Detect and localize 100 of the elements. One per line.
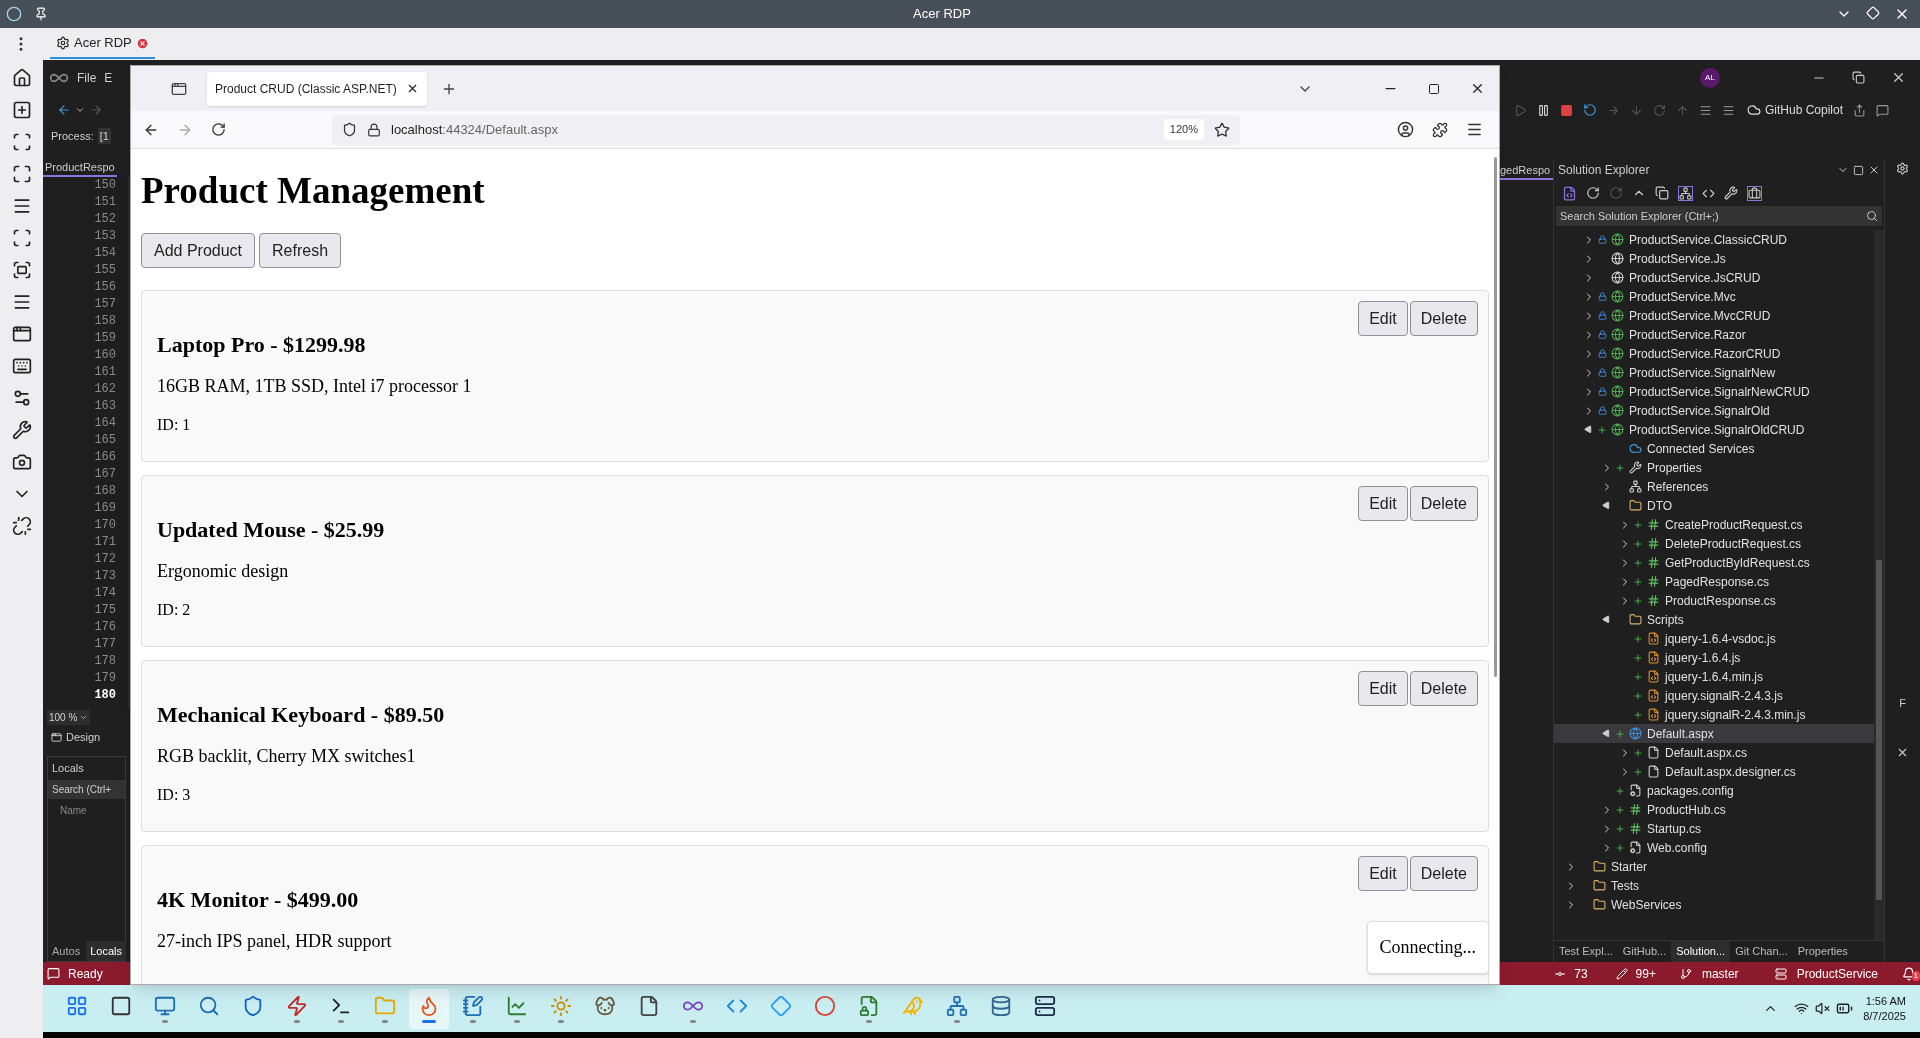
tree-item[interactable]: jquery-1.6.4-vsdoc.js xyxy=(1554,629,1874,648)
close-icon[interactable] xyxy=(1470,81,1485,96)
home-icon[interactable] xyxy=(11,68,32,88)
page-button[interactable]: Add Product xyxy=(141,233,256,268)
zoom-dropdown[interactable]: 100 % xyxy=(47,709,91,725)
tree-item[interactable]: ProductService.RazorCRUD xyxy=(1554,344,1874,363)
tree-item[interactable]: Scripts xyxy=(1554,610,1874,629)
tree-item[interactable]: ProductService.Mvc xyxy=(1554,287,1874,306)
tree-item[interactable]: Default.aspx xyxy=(1554,724,1874,743)
stop-icon[interactable] xyxy=(1560,103,1573,117)
camera-icon[interactable] xyxy=(11,452,32,472)
dropdown-icon[interactable] xyxy=(75,105,85,115)
commits-count[interactable]: 73 xyxy=(1574,964,1588,983)
tree-item[interactable]: Properties xyxy=(1554,458,1874,477)
tree-item[interactable]: Default.aspx.cs xyxy=(1554,743,1874,762)
edit-button[interactable]: Edit xyxy=(1358,856,1408,891)
notification-icon[interactable] xyxy=(1902,966,1916,981)
repository-name[interactable]: ProductService xyxy=(1796,964,1878,983)
tree-item[interactable]: Web.config xyxy=(1554,838,1874,857)
tree-item[interactable]: ProductService.SignalrNewCRUD xyxy=(1554,382,1874,401)
tree-item[interactable]: Startup.cs xyxy=(1554,819,1874,838)
search-field[interactable]: Search Solution Explorer (Ctrl+;) xyxy=(1556,206,1882,226)
branch-name[interactable]: master xyxy=(1701,964,1739,983)
tree-item[interactable]: ProductResponse.cs xyxy=(1554,591,1874,610)
pin-icon[interactable] xyxy=(34,7,48,21)
restore-icon[interactable] xyxy=(1852,71,1865,84)
panel-tab[interactable]: GitHub... xyxy=(1617,941,1672,962)
tree-item[interactable]: Tests xyxy=(1554,876,1874,895)
design-tab[interactable]: Design xyxy=(66,728,101,746)
panel-tab[interactable]: Autos xyxy=(48,940,85,961)
close-icon[interactable] xyxy=(1891,70,1906,85)
unlink-icon[interactable] xyxy=(11,516,32,536)
clock[interactable]: 1:56 AM 8/7/2025 xyxy=(1863,993,1906,1024)
tree-item[interactable]: jquery-1.6.4.min.js xyxy=(1554,667,1874,686)
browser-tab[interactable]: Product CRUD (Classic ASP.NET) xyxy=(207,71,427,106)
resize-icon[interactable] xyxy=(11,260,32,280)
restart-icon[interactable] xyxy=(1583,103,1597,117)
bookmark-icon[interactable] xyxy=(1214,121,1230,138)
back-icon[interactable] xyxy=(57,103,71,117)
tab-overview-icon[interactable] xyxy=(171,80,187,97)
zoom-level[interactable]: 120% xyxy=(1163,119,1204,140)
list-icon[interactable] xyxy=(1699,103,1712,117)
close-tab-icon[interactable] xyxy=(406,82,419,95)
panel-tab[interactable]: Git Chan... xyxy=(1730,941,1793,962)
tree-item[interactable]: PagedResponse.cs xyxy=(1554,572,1874,591)
user-avatar[interactable]: AL xyxy=(1700,67,1720,88)
tree-item[interactable]: WebServices xyxy=(1554,895,1874,914)
extensions-icon[interactable] xyxy=(1432,121,1448,138)
menu-icon[interactable] xyxy=(1466,121,1483,138)
address-bar[interactable]: localhost:44324/Default.aspx 120% xyxy=(332,114,1240,145)
tree-item[interactable]: ProductService.Js xyxy=(1554,249,1874,268)
tree-item[interactable]: jquery.signalR-2.4.3.min.js xyxy=(1554,705,1874,724)
edit-button[interactable]: Edit xyxy=(1358,301,1408,336)
tree-item[interactable]: jquery-1.6.4.js xyxy=(1554,648,1874,667)
tree-item[interactable]: Default.aspx.designer.cs xyxy=(1554,762,1874,781)
scrollbar[interactable] xyxy=(1494,157,1497,677)
tree-item[interactable]: GetProductByIdRequest.cs xyxy=(1554,553,1874,572)
feedback-icon[interactable] xyxy=(1876,103,1890,117)
add-window-icon[interactable] xyxy=(11,100,32,120)
pause-icon[interactable] xyxy=(1537,103,1550,117)
tree-item[interactable]: References xyxy=(1554,477,1874,496)
close-icon[interactable] xyxy=(1868,164,1880,176)
muted-speaker-icon[interactable] xyxy=(1815,1001,1831,1016)
scan-icon[interactable] xyxy=(11,132,32,152)
menu-item[interactable]: File xyxy=(77,68,97,87)
tree-item[interactable]: DeleteProductRequest.cs xyxy=(1554,534,1874,553)
tree-item[interactable]: ProductService.ClassicCRUD xyxy=(1554,230,1874,249)
tree-item[interactable]: ProductHub.cs xyxy=(1554,800,1874,819)
account-icon[interactable] xyxy=(1397,121,1414,138)
panel-tab[interactable]: Locals xyxy=(86,940,126,961)
panel-tab[interactable]: Solution... xyxy=(1671,941,1731,962)
tree-item[interactable]: ProductService.MvcCRUD xyxy=(1554,306,1874,325)
delete-button[interactable]: Delete xyxy=(1409,856,1478,891)
tree-item[interactable]: CreateProductRequest.cs xyxy=(1554,515,1874,534)
copilot-button[interactable]: GitHub Copilot xyxy=(1747,101,1844,119)
delete-button[interactable]: Delete xyxy=(1409,671,1478,706)
process-field[interactable]: [1 xyxy=(97,127,111,145)
reload-icon[interactable] xyxy=(211,122,226,137)
list-icon[interactable] xyxy=(1722,103,1735,117)
edit-button[interactable]: Edit xyxy=(1358,671,1408,706)
panel-tab[interactable]: Test Expl... xyxy=(1554,941,1618,962)
tree-item[interactable]: jquery.signalR-2.4.3.js xyxy=(1554,686,1874,705)
menu-item[interactable]: E xyxy=(104,68,113,87)
tree-item[interactable]: ProductService.Razor xyxy=(1554,325,1874,344)
page-button[interactable]: Refresh xyxy=(259,233,342,268)
copy-icon[interactable] xyxy=(1655,186,1669,200)
edit-button[interactable]: Edit xyxy=(1358,486,1408,521)
tree-item[interactable]: ProductService.JsCRUD xyxy=(1554,268,1874,287)
wrench-icon[interactable] xyxy=(11,420,32,440)
tree-item[interactable]: ProductService.SignalrOld xyxy=(1554,401,1874,420)
changes-count[interactable]: 99+ xyxy=(1635,964,1656,983)
restore-icon[interactable] xyxy=(1866,6,1880,20)
keyboard-icon[interactable] xyxy=(11,356,32,376)
tree-item[interactable]: packages.config xyxy=(1554,781,1874,800)
search-field[interactable]: Search (Ctrl+ xyxy=(48,779,125,799)
delete-button[interactable]: Delete xyxy=(1409,301,1478,336)
wifi-icon[interactable] xyxy=(1794,1001,1810,1016)
maximize-icon[interactable] xyxy=(1428,82,1440,95)
window-icon[interactable] xyxy=(11,324,32,344)
panel-tab[interactable]: Properties xyxy=(1792,941,1853,962)
